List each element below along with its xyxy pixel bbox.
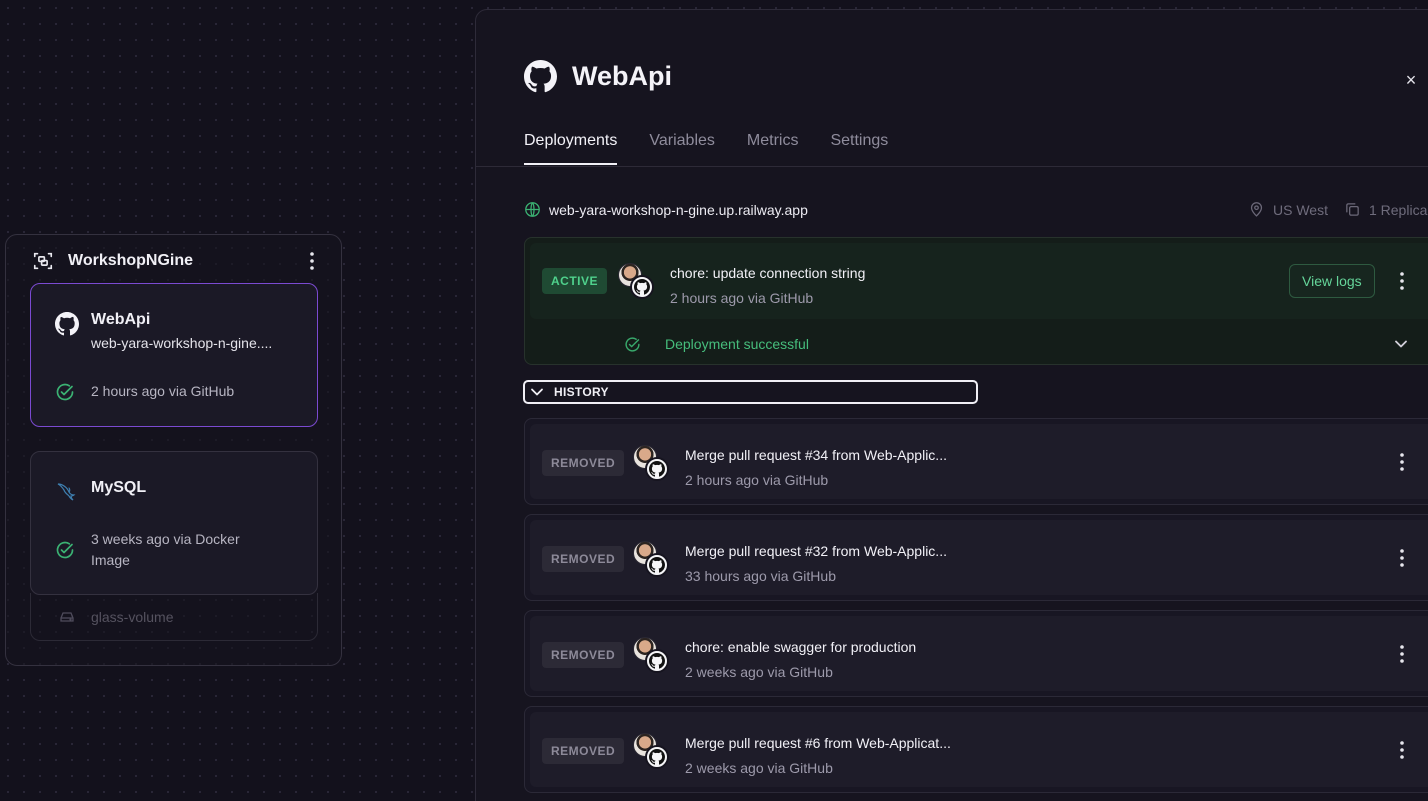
commit-meta: 33 hours ago via GitHub — [685, 568, 836, 584]
history-deployment-row: REMOVED Merge pull request #32 from Web-… — [530, 520, 1428, 595]
history-deployment-card[interactable]: REMOVED Merge pull request #34 from Web-… — [524, 418, 1428, 505]
github-icon — [645, 649, 669, 673]
history-deployment-card[interactable]: REMOVED Merge pull request #6 from Web-A… — [524, 706, 1428, 793]
commit-message: Merge pull request #34 from Web-Applic..… — [685, 447, 947, 463]
globe-icon — [524, 201, 541, 218]
panel-header: WebApi — [524, 60, 672, 93]
commit-message: chore: enable swagger for production — [685, 639, 917, 655]
commit-meta: 2 weeks ago via GitHub — [685, 664, 833, 680]
copy-icon — [1344, 201, 1361, 218]
view-logs-button[interactable]: View logs — [1289, 264, 1375, 298]
project-menu-icon[interactable] — [302, 251, 322, 271]
history-deployment-card[interactable]: REMOVED Merge pull request #32 from Web-… — [524, 514, 1428, 601]
tab-settings[interactable]: Settings — [830, 132, 888, 165]
volume-row[interactable]: glass-volume — [30, 593, 318, 641]
commit-meta: 2 weeks ago via GitHub — [685, 760, 833, 776]
active-deployment-row: ACTIVE chore: update connection string 2… — [530, 243, 1428, 319]
status-badge: REMOVED — [542, 642, 625, 668]
mysql-dolphin-icon — [55, 479, 79, 503]
history-deployment-row: REMOVED Merge pull request #34 from Web-… — [530, 424, 1428, 499]
github-icon — [630, 275, 654, 299]
project-name: WorkshopNGine — [68, 252, 194, 269]
status-badge: REMOVED — [542, 546, 625, 572]
avatar — [633, 637, 673, 677]
region-text: US West — [1273, 201, 1328, 218]
avatar — [633, 733, 673, 773]
status-badge: REMOVED — [542, 450, 625, 476]
active-deployment-card[interactable]: ACTIVE chore: update connection string 2… — [524, 237, 1428, 365]
tab-metrics[interactable]: Metrics — [747, 132, 799, 165]
deployment-status: Deployment successful — [665, 336, 809, 352]
github-icon — [645, 553, 669, 577]
status-badge: REMOVED — [542, 738, 625, 764]
service-details-panel: WebApi × Deployments Variables Metrics S… — [475, 9, 1428, 801]
tab-variables[interactable]: Variables — [649, 132, 715, 165]
service-card-webapi[interactable]: WebApi web-yara-workshop-n-gine.... 2 ho… — [30, 283, 318, 427]
commit-meta: 2 hours ago via GitHub — [685, 472, 829, 488]
service-card-mysql[interactable]: MySQL 3 weeks ago via Docker Image — [30, 451, 318, 595]
avatar — [633, 541, 673, 581]
close-icon[interactable]: × — [1399, 68, 1423, 92]
check-circle-icon — [55, 540, 75, 560]
more-options-icon[interactable] — [1392, 269, 1412, 293]
chevron-down-icon — [530, 385, 544, 399]
panel-title: WebApi — [572, 61, 672, 91]
status-badge: ACTIVE — [542, 268, 608, 294]
github-icon — [645, 457, 669, 481]
hard-drive-icon — [59, 609, 75, 625]
history-toggle[interactable]: HISTORY — [523, 380, 978, 404]
deploy-meta: US West 1 Replica — [1248, 201, 1427, 218]
chevron-down-icon[interactable] — [1391, 334, 1411, 354]
commit-meta: 2 hours ago via GitHub — [670, 290, 814, 306]
project-group-icon — [32, 250, 54, 272]
replicas-text: 1 Replica — [1368, 201, 1428, 218]
history-deployment-card[interactable]: REMOVED chore: enable swagger for produc… — [524, 610, 1428, 697]
project-header: WorkshopNGine — [32, 249, 322, 273]
check-circle-icon — [55, 382, 75, 402]
avatar — [633, 445, 673, 485]
more-options-icon[interactable] — [1392, 450, 1412, 474]
check-circle-icon — [624, 336, 641, 353]
panel-tabs: Deployments Variables Metrics Settings — [524, 132, 888, 165]
map-pin-icon — [1248, 201, 1265, 218]
history-deployment-row: REMOVED Merge pull request #6 from Web-A… — [530, 712, 1428, 787]
github-icon — [55, 312, 79, 336]
domain-row: web-yara-workshop-n-gine.up.railway.app — [524, 201, 808, 218]
tabs-divider — [476, 166, 1428, 167]
more-options-icon[interactable] — [1392, 738, 1412, 762]
more-options-icon[interactable] — [1392, 546, 1412, 570]
history-label: HISTORY — [554, 385, 609, 399]
github-icon — [645, 745, 669, 769]
tab-deployments[interactable]: Deployments — [524, 132, 618, 165]
service-url: web-yara-workshop-n-gine.... — [91, 335, 273, 351]
commit-message: chore: update connection string — [670, 265, 866, 281]
avatar — [618, 263, 658, 303]
more-options-icon[interactable] — [1392, 642, 1412, 666]
service-name: WebApi — [91, 311, 151, 328]
service-status: 2 hours ago via GitHub — [91, 383, 235, 399]
service-status: 3 weeks ago via Docker Image — [91, 531, 240, 568]
volume-name: glass-volume — [91, 608, 174, 625]
commit-message: Merge pull request #32 from Web-Applic..… — [685, 543, 947, 559]
service-name: MySQL — [91, 479, 147, 496]
deployment-status-row[interactable]: Deployment successful — [525, 324, 1428, 364]
github-icon — [524, 60, 557, 93]
history-deployment-row: REMOVED chore: enable swagger for produc… — [530, 616, 1428, 691]
commit-message: Merge pull request #6 from Web-Applicat.… — [685, 735, 951, 751]
domain-link[interactable]: web-yara-workshop-n-gine.up.railway.app — [549, 202, 808, 218]
project-group[interactable]: WorkshopNGine WebApi web-yara-workshop-n… — [5, 234, 342, 666]
